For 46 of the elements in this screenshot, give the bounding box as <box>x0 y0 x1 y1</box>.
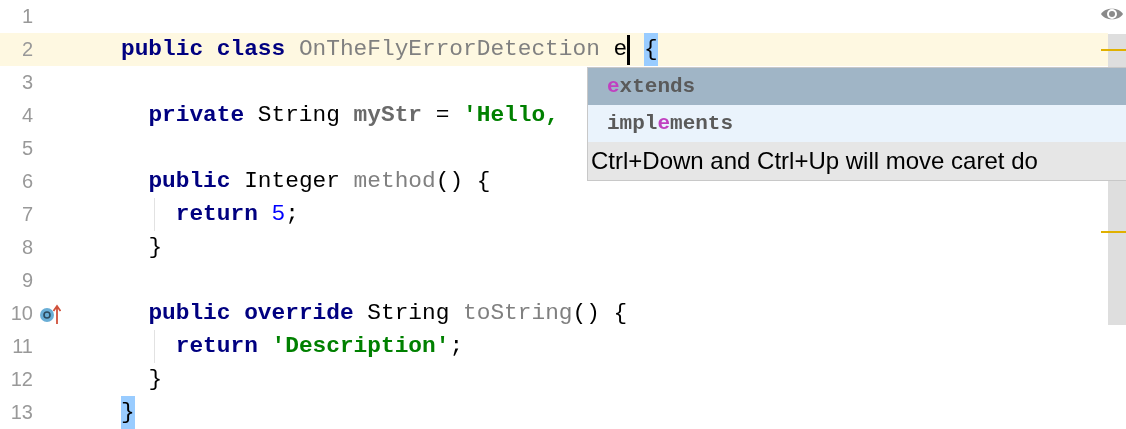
code-token: OnTheFlyErrorDetection <box>298 35 600 64</box>
line-number: 3 <box>20 71 33 94</box>
code-token: 'Description' <box>271 332 450 361</box>
code-token: } <box>148 233 163 262</box>
line-number: 13 <box>9 401 33 424</box>
code-token: override <box>244 299 354 328</box>
line-number: 11 <box>11 335 33 358</box>
completion-hint: Ctrl+Down and Ctrl+Up will move caret do <box>590 146 1039 176</box>
code-token: 5 <box>271 200 286 229</box>
code-token: myStr <box>353 101 422 130</box>
line-number: 9 <box>20 269 33 292</box>
code-token: private <box>148 101 245 130</box>
brace: } <box>121 396 135 429</box>
code-token: Integer <box>244 167 340 196</box>
completion-item[interactable]: implements <box>588 105 1126 142</box>
line-number: 5 <box>20 137 33 160</box>
line-number: 1 <box>20 5 33 28</box>
text-caret <box>627 34 631 65</box>
code-token: return <box>175 332 258 361</box>
code-token: String <box>257 101 340 130</box>
code-token: ; <box>285 200 299 229</box>
code-token: 'Hello, <box>463 101 559 130</box>
code-token: = <box>435 101 450 130</box>
completion-item[interactable]: extends <box>588 68 1126 105</box>
code-token: public <box>121 35 204 64</box>
code-token: method <box>353 167 436 196</box>
code-token: ; <box>449 332 464 361</box>
code-token: () { <box>572 299 628 328</box>
code-token: return <box>175 200 258 229</box>
code-token: String <box>367 299 450 328</box>
line-number: 6 <box>20 170 33 193</box>
line-number: 7 <box>20 203 33 226</box>
line-number: 8 <box>20 236 33 259</box>
code-token: } <box>148 365 163 394</box>
code-token: public <box>148 299 231 328</box>
code-token: public <box>148 167 231 196</box>
line-number: 2 <box>20 38 33 61</box>
line-number: 10 <box>9 302 33 325</box>
line-number: 12 <box>9 368 33 391</box>
code-token: () { <box>435 167 491 196</box>
code-token: e <box>613 35 628 64</box>
line-number: 4 <box>20 104 33 127</box>
brace: { <box>643 33 658 66</box>
override-marker-icon[interactable] <box>39 302 61 325</box>
code-token: toString <box>463 299 573 328</box>
code-token: class <box>216 35 286 64</box>
